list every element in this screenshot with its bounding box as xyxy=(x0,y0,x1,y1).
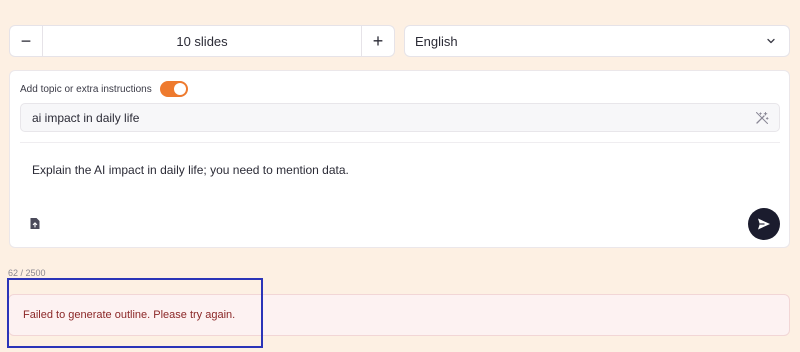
prompt-textarea[interactable]: Explain the AI impact in daily life; you… xyxy=(32,163,349,177)
topic-toggle-row: Add topic or extra instructions xyxy=(20,80,188,98)
topic-input-value: ai impact in daily life xyxy=(32,110,140,125)
card-divider xyxy=(20,142,780,143)
send-icon xyxy=(758,218,770,230)
slide-count-value: 10 slides xyxy=(176,33,228,49)
magic-wand-icon[interactable] xyxy=(755,111,769,125)
send-button[interactable] xyxy=(748,208,780,240)
app-root: − 10 slides + English Add topic or extra… xyxy=(0,0,800,352)
decrease-slides-button[interactable]: − xyxy=(10,26,43,56)
topic-toggle-label: Add topic or extra instructions xyxy=(20,83,152,95)
chevron-down-icon xyxy=(765,35,777,47)
slide-count-stepper: − 10 slides + xyxy=(9,25,395,57)
file-upload-icon[interactable] xyxy=(28,216,42,230)
topic-input[interactable]: ai impact in daily life xyxy=(20,103,780,132)
error-message: Failed to generate outline. Please try a… xyxy=(23,309,236,321)
language-select-value: English xyxy=(415,33,458,49)
prompt-card: Add topic or extra instructions ai impac… xyxy=(9,70,790,248)
topic-toggle-switch[interactable] xyxy=(159,81,188,97)
increase-slides-button[interactable]: + xyxy=(361,26,394,56)
error-alert: Failed to generate outline. Please try a… xyxy=(8,294,790,336)
character-count: 62 / 2500 xyxy=(8,268,46,278)
language-select[interactable]: English xyxy=(404,25,790,57)
